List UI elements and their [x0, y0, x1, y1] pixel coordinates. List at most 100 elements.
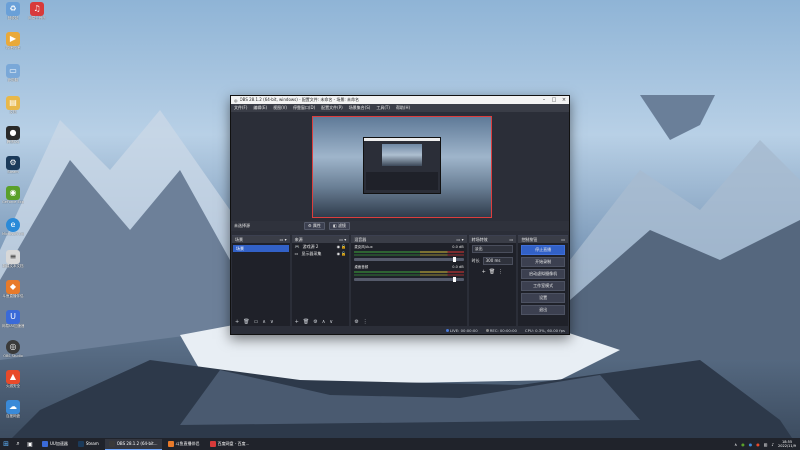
taskbar-item[interactable]: 百度网盘 - 百度... [206, 439, 254, 450]
netease-music-icon: ♫ [30, 2, 44, 16]
desktop-icon[interactable]: ♻ 回收站 [2, 2, 24, 20]
desktop-icon[interactable]: ⚙ Steam [2, 156, 24, 174]
more-icon[interactable]: ⋮ [363, 319, 368, 325]
add-icon[interactable]: + [295, 319, 299, 325]
move-up-icon[interactable]: ∧ [262, 319, 266, 325]
desktop-icon[interactable]: ♫ 网易云音乐 [26, 2, 48, 20]
desktop-icon[interactable]: eMicrosoft Edge [2, 218, 24, 236]
network-icon[interactable]: ▥ [764, 442, 768, 447]
obs-window: ◎ OBS 28.1.2 (64-bit, windows) - 配置文件: 未… [230, 95, 570, 335]
menu-scene-collection[interactable]: 场景集合(S) [349, 105, 371, 111]
desktop-icon[interactable]: ▲ 火绒安全 [2, 370, 24, 388]
steam-icon: ⚙ [6, 156, 20, 170]
taskbar-item[interactable]: 斗鱼直播伴侣 [164, 439, 204, 450]
dock-menu-icon[interactable]: ▭ ▾ [339, 236, 346, 243]
rec-icon [485, 328, 489, 332]
taskbar-item-active[interactable]: OBS 28.1.2 (64-bit... [104, 438, 162, 450]
virtual-camera-button[interactable]: 启动虚拟摄像机 [521, 269, 566, 279]
source-item[interactable]: 🎮 游戏源 2 ◉ 🔓 [292, 243, 350, 250]
volume-slider[interactable] [354, 257, 464, 262]
game-capture-icon: 🎮 [294, 244, 300, 249]
minimize-icon[interactable]: – [539, 97, 549, 103]
recycle-bin-icon: ♻ [6, 2, 20, 16]
tray-app-icon[interactable]: ● [749, 442, 753, 447]
gear-icon: ⚙ [308, 223, 312, 228]
add-icon[interactable]: + [482, 269, 486, 275]
desktop-icon[interactable]: ▭ 此电脑 [2, 64, 24, 82]
desktop-icon[interactable]: ◉GeForce Experience [2, 186, 24, 204]
tray-chevron-icon[interactable]: ∧ [734, 442, 737, 447]
trash-icon[interactable]: 🗑 [303, 319, 309, 325]
more-icon[interactable]: ⋮ [498, 269, 503, 275]
add-icon[interactable]: + [235, 319, 239, 325]
taskbar-item[interactable]: Steam [74, 439, 103, 450]
scene-item[interactable]: 场景 [233, 245, 289, 252]
properties-button[interactable]: ⚙ 属性 [304, 222, 325, 230]
windows-start-icon[interactable]: ⊞ [0, 440, 12, 448]
stop-streaming-button[interactable]: 停止直播 [521, 245, 566, 255]
settings-button[interactable]: 设置 [521, 293, 566, 303]
trash-icon[interactable]: 🗑 [243, 319, 249, 325]
rec-status: REC: 00:00:00 [485, 328, 517, 333]
menu-profile[interactable]: 配置文件(P) [321, 105, 343, 111]
filter-icon[interactable]: ▭ [254, 319, 259, 325]
desktop-icon[interactable]: ◎ OBS Studio [2, 340, 24, 358]
obs-icon: ◎ [6, 340, 20, 354]
sources-dock: 来源 ▭ ▾ 🎮 游戏源 2 ◉ 🔓 ▭ 显示器采集 ◉ 🔓 + 🗑 ⚙ ∧ ∨ [291, 235, 350, 326]
search-icon[interactable]: ⌕ [12, 440, 24, 448]
move-down-icon[interactable]: ∨ [329, 319, 333, 325]
desktop-icon[interactable]: ☁ 百度网盘 [2, 400, 24, 418]
volume-icon[interactable]: ♪ [771, 442, 774, 447]
text-file-icon: ≡ [6, 250, 20, 264]
studio-mode-button[interactable]: 工作室模式 [521, 281, 566, 291]
desktop-icon[interactable]: U 网易UU加速器 [2, 310, 24, 328]
menu-view[interactable]: 视图(V) [273, 105, 287, 111]
taskbar-item[interactable]: UU加速器 [38, 439, 72, 450]
scenes-header: 场景 ▭ ▾ [232, 236, 290, 243]
filters-button[interactable]: ◧ 滤镜 [328, 222, 350, 230]
dock-menu-icon[interactable]: ▭ ▾ [457, 236, 464, 243]
eye-icon[interactable]: ◉ 🔓 [337, 251, 347, 256]
menu-help[interactable]: 帮助(H) [396, 105, 410, 111]
tray-app-icon[interactable]: ● [756, 442, 760, 447]
monitor-icon: ▭ [294, 251, 299, 256]
desktop-icon[interactable]: ▶ 哔哩哔哩 [2, 32, 24, 50]
desktop-icon[interactable]: ● 腾讯QQ [2, 126, 24, 144]
trash-icon[interactable]: 🗑 [489, 269, 495, 275]
live-status: LIVE: 00:00:00 [445, 328, 478, 333]
desktop-icon[interactable]: ≡ 新建文本文档 [2, 250, 24, 268]
eye-icon[interactable]: ◉ 🔓 [337, 244, 347, 249]
close-icon[interactable]: × [559, 97, 569, 103]
maximize-icon[interactable]: □ [549, 97, 559, 103]
controls-header: 控制按钮 ▭ [518, 236, 569, 243]
sources-header: 来源 ▭ ▾ [291, 236, 350, 243]
move-up-icon[interactable]: ∧ [322, 319, 326, 325]
preview-canvas[interactable] [312, 116, 492, 218]
clock[interactable]: 18:55 2022/11/9 [778, 440, 796, 448]
gear-icon[interactable]: ⚙ [313, 319, 317, 325]
menu-file[interactable]: 文件(F) [234, 105, 247, 111]
transition-select[interactable]: 淡出 [471, 245, 514, 253]
tray-app-icon[interactable]: ● [741, 442, 745, 447]
dock-menu-icon[interactable]: ▭ [510, 236, 514, 243]
duration-input[interactable]: 300 ms [482, 257, 514, 265]
volume-slider[interactable] [354, 277, 464, 282]
menu-tools[interactable]: 工具(T) [376, 105, 390, 111]
cpu-status: CPU: 0.3%, 60.00 fps [524, 327, 565, 333]
start-recording-button[interactable]: 开始录制 [521, 257, 566, 267]
gear-icon[interactable]: ⚙ [354, 319, 358, 325]
qq-icon: ● [6, 126, 20, 140]
source-item[interactable]: ▭ 显示器采集 ◉ 🔓 [292, 250, 350, 257]
dock-menu-icon[interactable]: ▭ [561, 236, 565, 243]
menu-edit[interactable]: 编辑(E) [253, 105, 267, 111]
desktop-icon[interactable]: ◆ 斗鱼直播伴侣 [2, 280, 24, 298]
menu-docks[interactable]: 停靠窗口(D) [293, 105, 315, 111]
exit-button[interactable]: 退出 [521, 305, 566, 315]
task-view-icon[interactable]: ▣ [24, 441, 36, 448]
dock-menu-icon[interactable]: ▭ ▾ [280, 236, 287, 243]
no-source-label: 未选择源 [234, 223, 250, 228]
document-icon: ▤ [6, 96, 20, 110]
move-down-icon[interactable]: ∨ [270, 319, 274, 325]
desktop-icon[interactable]: ▤ 文档 [2, 96, 24, 114]
live-icon [445, 328, 449, 332]
